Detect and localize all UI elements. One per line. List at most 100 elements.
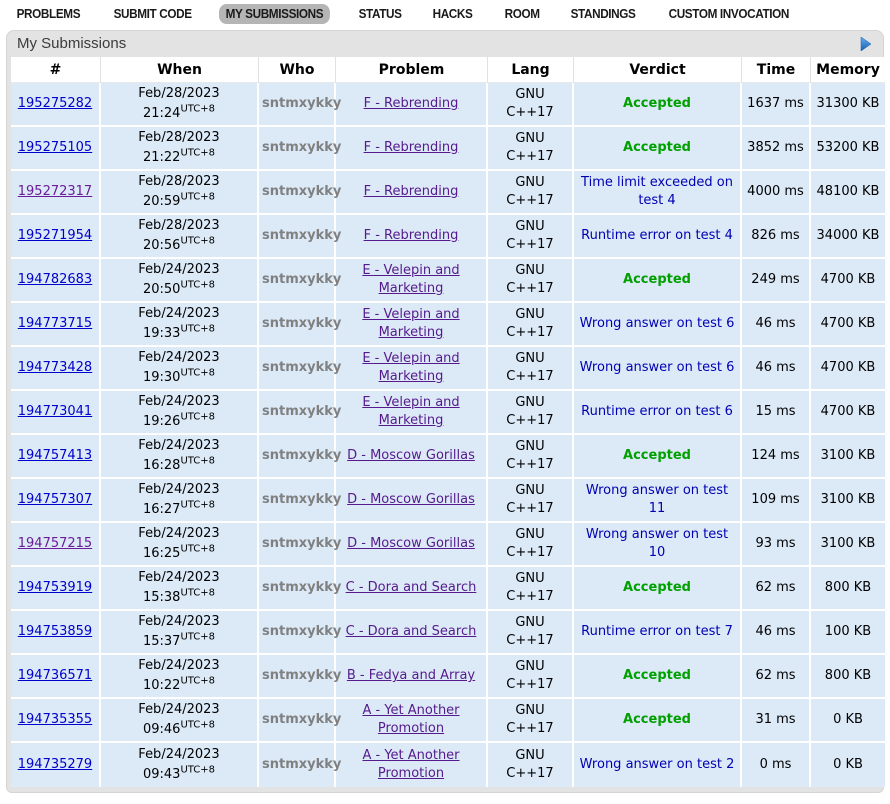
submission-id-link[interactable]: 194735279	[18, 757, 92, 772]
expand-right-arrow-icon[interactable]	[860, 37, 871, 51]
submission-problem-cell: F - Rebrending	[336, 127, 488, 171]
problem-link[interactable]: E - Velepin and Marketing	[341, 394, 481, 429]
submission-time: 16:25UTC+8	[143, 546, 215, 561]
submission-time-cell: 62 ms	[742, 567, 811, 611]
nav-tab[interactable]: PROBLEMS	[10, 4, 87, 24]
submission-id-link[interactable]: 195275105	[18, 140, 92, 155]
timezone-label: UTC+8	[180, 720, 215, 731]
submission-date: Feb/28/2023	[138, 130, 219, 145]
timezone-label: UTC+8	[180, 236, 215, 247]
problem-link[interactable]: E - Velepin and Marketing	[341, 306, 481, 341]
problem-link[interactable]: C - Dora and Search	[346, 579, 477, 597]
problem-link[interactable]: E - Velepin and Marketing	[341, 262, 481, 297]
user-handle-link[interactable]: sntmxykky	[262, 96, 341, 111]
submission-id-link[interactable]: 194753919	[18, 580, 92, 595]
submission-date: Feb/28/2023	[138, 174, 219, 189]
submission-problem-cell: E - Velepin and Marketing	[336, 347, 488, 391]
user-handle-link[interactable]: sntmxykky	[262, 316, 341, 331]
user-handle-link[interactable]: sntmxykky	[262, 712, 341, 727]
submission-memory-cell: 53200 KB	[811, 127, 885, 171]
verdict-text: Wrong answer on test 6	[580, 360, 735, 375]
problem-link[interactable]: D - Moscow Gorillas	[347, 491, 475, 509]
submission-id-link[interactable]: 194782683	[18, 272, 92, 287]
submission-time-cell: 249 ms	[742, 259, 811, 303]
table-row: 194773041 Feb/24/2023 19:26UTC+8 sntmxyk…	[11, 391, 885, 435]
user-handle-link[interactable]: sntmxykky	[262, 536, 341, 551]
submission-verdict-cell: Time limit exceeded on test 4	[574, 171, 742, 215]
language-label: GNU C++17	[504, 394, 556, 429]
submission-time-cell: 124 ms	[742, 435, 811, 479]
submission-when-cell: Feb/28/2023 20:56UTC+8	[101, 215, 259, 259]
submission-id-link[interactable]: 195271954	[18, 228, 92, 243]
user-handle-link[interactable]: sntmxykky	[262, 624, 341, 639]
submission-time-cell: 4000 ms	[742, 171, 811, 215]
verdict-text: Wrong answer on test 2	[580, 757, 735, 772]
problem-link[interactable]: D - Moscow Gorillas	[347, 447, 475, 465]
nav-tab[interactable]: STATUS	[352, 4, 408, 24]
user-handle-link[interactable]: sntmxykky	[262, 228, 341, 243]
problem-link[interactable]: D - Moscow Gorillas	[347, 535, 475, 553]
submission-who-cell: sntmxykky	[259, 435, 336, 479]
user-handle-link[interactable]: sntmxykky	[262, 184, 341, 199]
submission-date: Feb/24/2023	[138, 350, 219, 365]
user-handle-link[interactable]: sntmxykky	[262, 360, 341, 375]
submission-id-link[interactable]: 194735355	[18, 712, 92, 727]
nav-tab[interactable]: CUSTOM INVOCATION	[662, 4, 796, 24]
user-handle-link[interactable]: sntmxykky	[262, 757, 341, 772]
user-handle-link[interactable]: sntmxykky	[262, 404, 341, 419]
submission-date: Feb/24/2023	[138, 570, 219, 585]
problem-link[interactable]: F - Rebrending	[364, 95, 459, 113]
memory-value: 3100 KB	[821, 448, 876, 463]
problem-link[interactable]: E - Velepin and Marketing	[341, 350, 481, 385]
submission-id-link[interactable]: 194757215	[18, 536, 92, 551]
nav-tab[interactable]: STANDINGS	[564, 4, 642, 24]
table-row: 194773715 Feb/24/2023 19:33UTC+8 sntmxyk…	[11, 303, 885, 347]
problem-link[interactable]: A - Yet Another Promotion	[341, 702, 481, 737]
nav-tab[interactable]: ROOM	[498, 4, 546, 24]
submission-id-link[interactable]: 194773041	[18, 404, 92, 419]
problem-link[interactable]: C - Dora and Search	[346, 623, 477, 641]
submission-id-cell: 194757413	[11, 435, 101, 479]
submission-who-cell: sntmxykky	[259, 523, 336, 567]
nav-tab[interactable]: HACKS	[426, 4, 479, 24]
submission-id-link[interactable]: 194773428	[18, 360, 92, 375]
user-handle-link[interactable]: sntmxykky	[262, 668, 341, 683]
submission-who-cell: sntmxykky	[259, 699, 336, 743]
memory-value: 0 KB	[833, 712, 863, 727]
submission-problem-cell: E - Velepin and Marketing	[336, 391, 488, 435]
problem-link[interactable]: F - Rebrending	[364, 183, 459, 201]
submission-verdict-cell: Runtime error on test 7	[574, 611, 742, 655]
exec-time-value: 93 ms	[755, 536, 795, 551]
submission-id-link[interactable]: 195275282	[18, 96, 92, 111]
user-handle-link[interactable]: sntmxykky	[262, 272, 341, 287]
submission-id-link[interactable]: 194757307	[18, 492, 92, 507]
submission-id-link[interactable]: 194757413	[18, 448, 92, 463]
submission-verdict-cell: Runtime error on test 6	[574, 391, 742, 435]
submission-id-link[interactable]: 194773715	[18, 316, 92, 331]
submission-when-cell: Feb/28/2023 21:22UTC+8	[101, 127, 259, 171]
user-handle-link[interactable]: sntmxykky	[262, 140, 341, 155]
submission-memory-cell: 48100 KB	[811, 171, 885, 215]
submission-when-cell: Feb/24/2023 19:33UTC+8	[101, 303, 259, 347]
problem-link[interactable]: F - Rebrending	[364, 227, 459, 245]
submission-id-link[interactable]: 194753859	[18, 624, 92, 639]
column-header: Verdict	[574, 57, 742, 83]
problem-link[interactable]: F - Rebrending	[364, 139, 459, 157]
nav-tab[interactable]: SUBMIT CODE	[107, 4, 198, 24]
memory-value: 4700 KB	[821, 360, 876, 375]
submission-id-link[interactable]: 194736571	[18, 668, 92, 683]
submission-verdict-cell: Accepted	[574, 567, 742, 611]
contest-nav: PROBLEMS SUBMIT CODE MY SUBMISSIONS STAT…	[0, 0, 890, 28]
problem-link[interactable]: A - Yet Another Promotion	[341, 747, 481, 782]
user-handle-link[interactable]: sntmxykky	[262, 448, 341, 463]
submission-time-cell: 109 ms	[742, 479, 811, 523]
user-handle-link[interactable]: sntmxykky	[262, 580, 341, 595]
submission-when-cell: Feb/24/2023 16:28UTC+8	[101, 435, 259, 479]
nav-tab[interactable]: MY SUBMISSIONS	[219, 4, 330, 24]
submission-id-cell: 194773715	[11, 303, 101, 347]
submission-id-link[interactable]: 195272317	[18, 184, 92, 199]
submission-time-cell: 15 ms	[742, 391, 811, 435]
user-handle-link[interactable]: sntmxykky	[262, 492, 341, 507]
problem-link[interactable]: B - Fedya and Array	[347, 667, 475, 685]
timezone-label: UTC+8	[180, 412, 215, 423]
